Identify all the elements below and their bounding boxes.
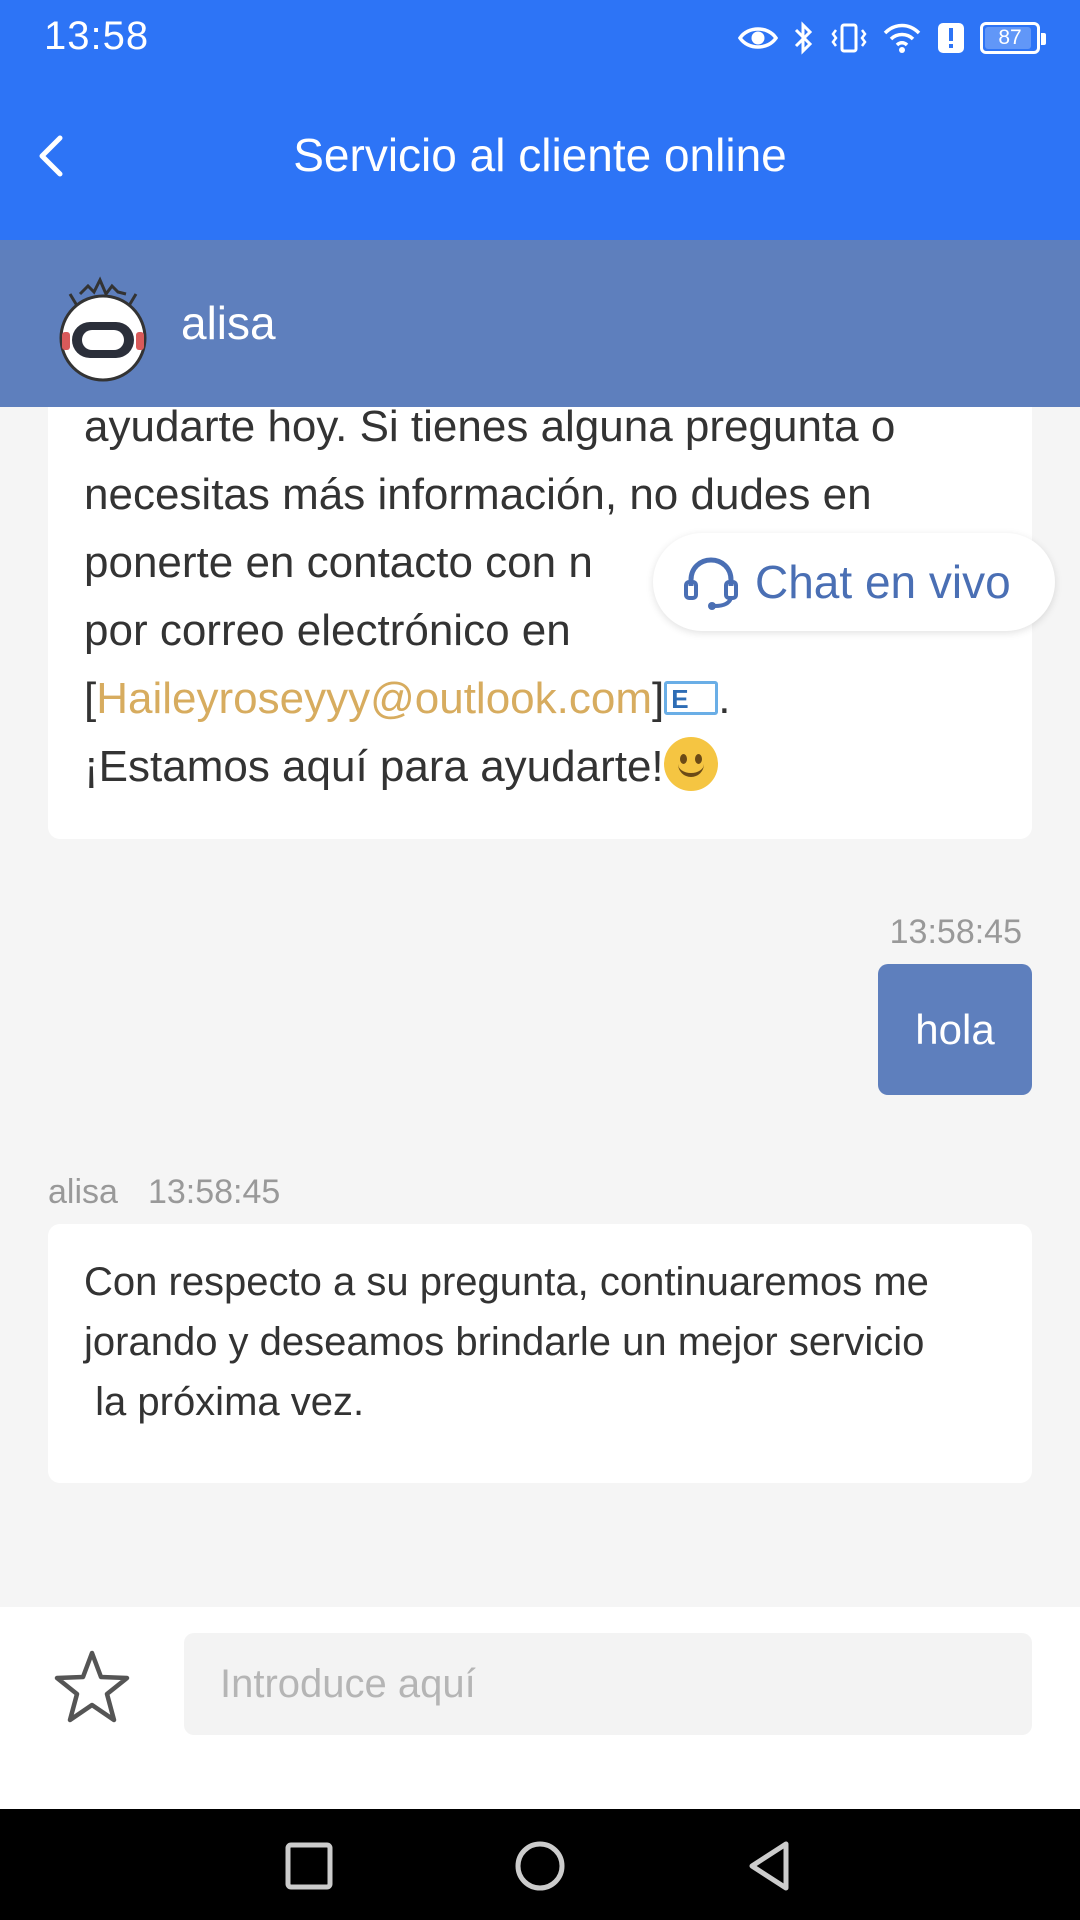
user-message-bubble: hola [878, 964, 1032, 1095]
closing-text: ¡Estamos aquí para ayudarte! [84, 742, 664, 791]
message-line: necesitas más información, no dudes en [84, 470, 872, 519]
vibrate-icon [831, 23, 867, 53]
sender-name: alisa [48, 1173, 118, 1211]
home-button[interactable] [513, 1839, 567, 1893]
wifi-icon [883, 23, 921, 53]
agent-message-bubble: Con respecto a su pregunta, continuaremo… [48, 1224, 1032, 1483]
message-line-closing: ¡Estamos aquí para ayudarte! [84, 733, 996, 801]
favorite-button[interactable] [52, 1647, 132, 1727]
battery-level: 87 [998, 26, 1022, 49]
live-chat-label: Chat en vivo [755, 556, 1011, 608]
page-title: Servicio al cliente online [293, 129, 787, 181]
message-timestamp: 13:58:45 [889, 913, 1022, 951]
system-nav-bar [0, 1809, 1080, 1920]
star-outline-icon [54, 1650, 130, 1723]
chat-messages[interactable]: ayudarte hoy. Si tienes alguna pregunta … [0, 407, 1080, 1607]
alert-icon [938, 23, 964, 53]
status-icons: 87 [738, 16, 1046, 60]
message-input[interactable] [184, 1633, 1032, 1735]
agent-name: alisa [181, 297, 276, 349]
status-bar: 13:58 87 [0, 0, 1080, 76]
eye-icon [738, 27, 778, 49]
agent-bar: alisa [0, 240, 1080, 407]
app-header: 13:58 87 Servicio al cliente online [0, 0, 1080, 240]
bracket-open: [ [84, 674, 97, 723]
message-line-email: [Haileyroseyyy@outlook.com] E. [84, 665, 996, 733]
bracket-close: ] [652, 674, 665, 723]
robot-avatar [59, 276, 147, 382]
email-link[interactable]: Haileyroseyyy@outlook.com [96, 674, 652, 723]
back-nav-button[interactable] [744, 1839, 798, 1893]
input-bar [0, 1607, 1080, 1809]
live-chat-button[interactable]: Chat en vivo [653, 533, 1055, 631]
message-line: ayudarte hoy. Si tienes alguna pregunta … [84, 407, 896, 451]
message-timestamp: 13:58:45 [147, 1173, 281, 1211]
headset-icon [684, 557, 738, 610]
email-emoji-icon: E [664, 681, 719, 715]
period: . [718, 674, 731, 723]
message-meta: alisa 13:58:45 [48, 1173, 280, 1212]
smile-emoji-icon [663, 737, 718, 791]
battery-icon: 87 [980, 22, 1046, 54]
bluetooth-icon [794, 21, 813, 55]
status-time: 13:58 [44, 14, 150, 58]
recents-button[interactable] [282, 1839, 336, 1893]
